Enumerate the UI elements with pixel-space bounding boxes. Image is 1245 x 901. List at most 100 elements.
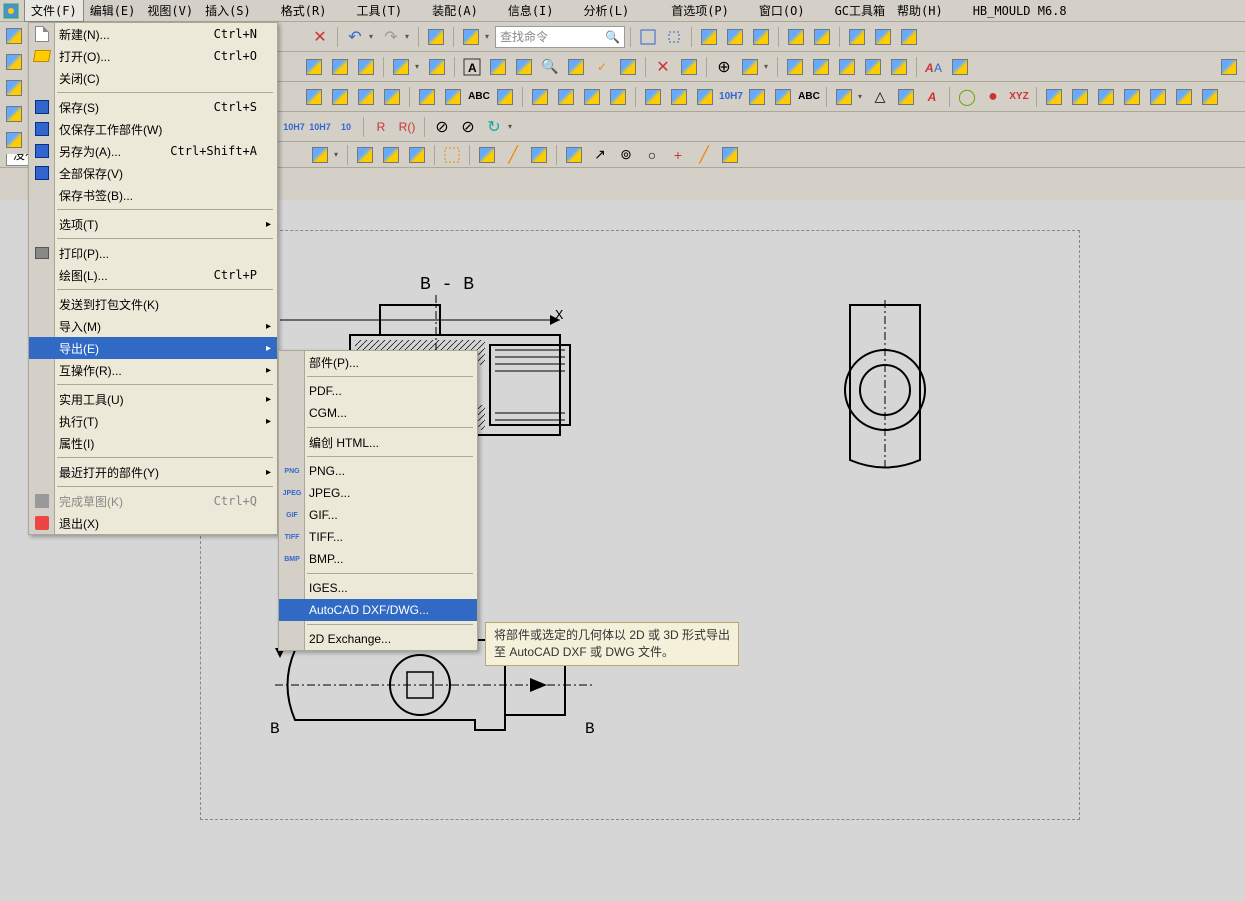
toolbar-btn[interactable]: ● bbox=[981, 85, 1005, 109]
toolbar-btn[interactable] bbox=[845, 25, 869, 49]
menu-export[interactable]: 导出(E)▸ bbox=[29, 337, 277, 359]
menu-close[interactable]: 关闭(C) bbox=[29, 67, 277, 89]
toolbar-btn[interactable]: ╱ bbox=[501, 143, 525, 167]
toolbar-btn[interactable]: ↗ bbox=[588, 143, 612, 167]
toolbar-btn[interactable] bbox=[606, 85, 630, 109]
toolbar-btn[interactable] bbox=[723, 25, 747, 49]
toolbar-btn[interactable] bbox=[693, 85, 717, 109]
toolbar-btn[interactable] bbox=[302, 85, 326, 109]
toolbar-btn[interactable] bbox=[894, 85, 918, 109]
toolbar-btn[interactable] bbox=[528, 85, 552, 109]
toolbar-btn[interactable] bbox=[354, 85, 378, 109]
toolbar-btn[interactable] bbox=[835, 55, 859, 79]
menu-utilities[interactable]: 实用工具(U)▸ bbox=[29, 388, 277, 410]
toolbar-btn[interactable] bbox=[861, 55, 885, 79]
export-autocad-dxf-dwg[interactable]: AutoCAD DXF/DWG... bbox=[279, 599, 477, 621]
toolbar-btn[interactable] bbox=[486, 55, 510, 79]
toolbar-btn[interactable]: ✕ bbox=[651, 55, 675, 79]
toolbar-btn[interactable] bbox=[718, 143, 742, 167]
toolbar-btn[interactable] bbox=[415, 85, 439, 109]
menu-save-all[interactable]: 全部保存(V) bbox=[29, 162, 277, 184]
toolbar-btn[interactable] bbox=[354, 55, 378, 79]
toolbar-btn[interactable]: 10 bbox=[334, 115, 358, 139]
menu-plot[interactable]: 绘图(L)...Ctrl+P bbox=[29, 264, 277, 286]
menu-preferences[interactable]: 首选项(P) bbox=[665, 0, 735, 21]
menu-help[interactable]: 帮助(H) bbox=[891, 0, 949, 21]
toolbar-btn[interactable] bbox=[809, 55, 833, 79]
export-gif[interactable]: GIFGIF... bbox=[279, 504, 477, 526]
toolbar-btn[interactable] bbox=[564, 55, 588, 79]
export-html[interactable]: 编创 HTML... bbox=[279, 431, 477, 453]
toolbar-btn[interactable] bbox=[475, 143, 499, 167]
toolbar-btn[interactable] bbox=[1172, 85, 1196, 109]
toolbar-btn[interactable] bbox=[527, 143, 551, 167]
toolbar-btn[interactable] bbox=[738, 55, 762, 79]
toolbar-btn[interactable]: △ bbox=[868, 85, 892, 109]
toolbar-btn[interactable]: AA bbox=[922, 55, 946, 79]
export-tiff[interactable]: TIFFTIFF... bbox=[279, 526, 477, 548]
menu-interop[interactable]: 互操作(R)...▸ bbox=[29, 359, 277, 381]
menu-view[interactable]: 视图(V) bbox=[141, 0, 199, 21]
export-jpeg[interactable]: JPEGJPEG... bbox=[279, 482, 477, 504]
toolbar-btn[interactable] bbox=[405, 143, 429, 167]
toolbar-btn[interactable]: ABC bbox=[467, 85, 491, 109]
menu-recent[interactable]: 最近打开的部件(Y)▸ bbox=[29, 461, 277, 483]
toolbar-btn[interactable] bbox=[379, 143, 403, 167]
toolbar-btn[interactable] bbox=[425, 55, 449, 79]
toolbar-btn[interactable]: R() bbox=[395, 115, 419, 139]
menu-format[interactable]: 格式(R) bbox=[275, 0, 333, 21]
toolbar-btn[interactable] bbox=[1198, 85, 1222, 109]
menu-save-work-only[interactable]: 仅保存工作部件(W) bbox=[29, 118, 277, 140]
toolbar-btn[interactable] bbox=[424, 25, 448, 49]
toolbar-btn[interactable] bbox=[871, 25, 895, 49]
export-2d-exchange[interactable]: 2D Exchange... bbox=[279, 628, 477, 650]
toolbar-btn[interactable] bbox=[493, 85, 517, 109]
toolbar-btn[interactable] bbox=[771, 85, 795, 109]
menu-save-bookmark[interactable]: 保存书签(B)... bbox=[29, 184, 277, 206]
toolbar-btn[interactable] bbox=[667, 85, 691, 109]
menu-window[interactable]: 窗口(O) bbox=[753, 0, 811, 21]
toolbar-btn[interactable] bbox=[1146, 85, 1170, 109]
toolbar-btn[interactable]: ○ bbox=[640, 143, 664, 167]
toolbar-btn[interactable]: XYZ bbox=[1007, 85, 1031, 109]
toolbar-btn[interactable] bbox=[562, 143, 586, 167]
export-pdf[interactable]: PDF... bbox=[279, 380, 477, 402]
toolbar-btn[interactable] bbox=[441, 85, 465, 109]
menu-exit[interactable]: 退出(X) bbox=[29, 512, 277, 534]
undo-button[interactable]: ↶ bbox=[343, 25, 367, 49]
toolbar-btn[interactable] bbox=[459, 25, 483, 49]
menu-file[interactable]: 文件(F) bbox=[24, 0, 84, 22]
toolbar-btn[interactable] bbox=[832, 85, 856, 109]
toolbar-btn[interactable]: ✕ bbox=[308, 25, 332, 49]
toolbar-btn[interactable]: ABC bbox=[797, 85, 821, 109]
toolbar-btn[interactable] bbox=[745, 85, 769, 109]
toolbar-btn[interactable] bbox=[1094, 85, 1118, 109]
toolbar-btn[interactable] bbox=[302, 55, 326, 79]
toolbar-btn[interactable] bbox=[810, 25, 834, 49]
menu-analysis[interactable]: 分析(L) bbox=[578, 0, 636, 21]
toolbar-btn[interactable]: 10H7 bbox=[308, 115, 332, 139]
toolbar-btn[interactable]: ⊕ bbox=[712, 55, 736, 79]
toolbar-btn[interactable] bbox=[1120, 85, 1144, 109]
menu-hbmould[interactable]: HB_MOULD M6.8 bbox=[967, 2, 1073, 20]
menu-import[interactable]: 导入(M)▸ bbox=[29, 315, 277, 337]
toolbar-btn[interactable] bbox=[1217, 55, 1241, 79]
menu-save[interactable]: 保存(S)Ctrl+S bbox=[29, 96, 277, 118]
menu-new[interactable]: 新建(N)...Ctrl+N bbox=[29, 23, 277, 45]
menu-print[interactable]: 打印(P)... bbox=[29, 242, 277, 264]
toolbar-btn[interactable] bbox=[389, 55, 413, 79]
left-btn[interactable] bbox=[2, 128, 26, 152]
toolbar-btn[interactable]: ╱ bbox=[692, 143, 716, 167]
toolbar-btn[interactable]: A bbox=[920, 85, 944, 109]
export-iges[interactable]: IGES... bbox=[279, 577, 477, 599]
toolbar-btn[interactable] bbox=[897, 25, 921, 49]
toolbar-btn[interactable] bbox=[1068, 85, 1092, 109]
left-btn[interactable] bbox=[2, 24, 26, 48]
export-part[interactable]: 部件(P)... bbox=[279, 351, 477, 373]
toolbar-btn[interactable]: 10H7 bbox=[282, 115, 306, 139]
menu-options[interactable]: 选项(T)▸ bbox=[29, 213, 277, 235]
menu-gctoolbox[interactable]: GC工具箱 bbox=[829, 0, 891, 21]
toolbar-btn[interactable]: 🔍 bbox=[538, 55, 562, 79]
menu-edit[interactable]: 编辑(E) bbox=[84, 0, 142, 21]
toolbar-btn[interactable] bbox=[697, 25, 721, 49]
